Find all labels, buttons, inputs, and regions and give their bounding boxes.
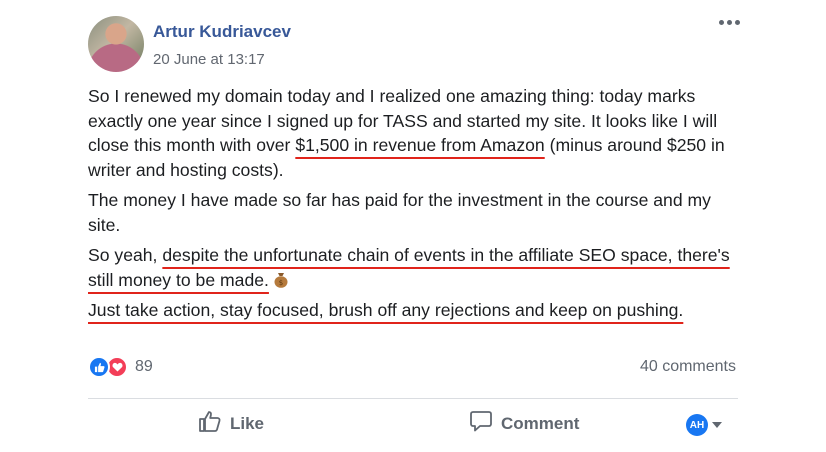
paragraph-1: So I renewed my domain today and I reali… xyxy=(88,84,748,182)
paragraph-3: So yeah, despite the unfortunate chain o… xyxy=(88,243,748,292)
author-avatar[interactable] xyxy=(88,16,144,72)
paragraph-3-start: So yeah, xyxy=(88,245,163,265)
money-bag-icon: $ xyxy=(273,270,289,288)
chevron-down-icon xyxy=(712,422,722,428)
highlighted-statement: despite the unfortunate chain of events … xyxy=(88,245,730,290)
svg-text:$: $ xyxy=(279,279,283,287)
post-text: So I renewed my domain today and I reali… xyxy=(88,84,748,329)
like-reaction-icon xyxy=(88,356,110,378)
user-avatar: AH xyxy=(686,414,708,436)
author-name[interactable]: Artur Kudriavcev xyxy=(153,22,291,42)
comment-label: Comment xyxy=(501,413,580,433)
comment-bubble-icon xyxy=(469,410,493,437)
like-button[interactable]: Like xyxy=(198,410,264,437)
paragraph-4: Just take action, stay focused, brush of… xyxy=(88,300,684,320)
highlighted-revenue: $1,500 in revenue from Amazon xyxy=(295,135,545,155)
more-options-icon[interactable] xyxy=(719,15,743,29)
like-label: Like xyxy=(230,413,265,433)
divider xyxy=(88,398,738,399)
post-as-selector[interactable]: AH xyxy=(686,414,722,436)
paragraph-2: The money I have made so far has paid fo… xyxy=(88,190,711,235)
thumbs-up-icon xyxy=(198,410,222,437)
comment-button[interactable]: Comment xyxy=(469,410,579,437)
post-timestamp[interactable]: 20 June at 13:17 xyxy=(153,51,265,68)
reaction-summary[interactable]: 89 xyxy=(88,356,153,378)
comments-count-link[interactable]: 40 comments xyxy=(640,358,736,376)
reaction-count: 89 xyxy=(135,358,153,375)
